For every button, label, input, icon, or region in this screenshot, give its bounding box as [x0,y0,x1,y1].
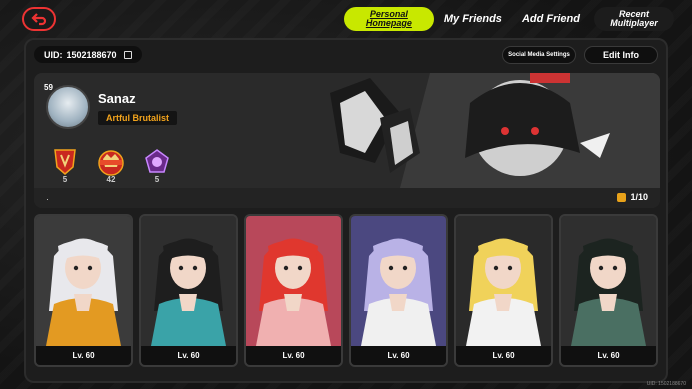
agent-card[interactable]: Lv. 60 [454,214,553,367]
agent-card[interactable]: Lv. 60 [349,214,448,367]
tab-personal-homepage[interactable]: Personal Homepage [343,7,434,31]
uid-value: 1502188670 [66,49,117,60]
back-arrow-icon [31,13,47,26]
crystal-medal-value: 5 [154,175,160,184]
panel-header: UID: 1502188670 Social Media Settings Ed… [26,40,666,70]
footer-uid: UID: 1502188670 [646,381,686,387]
agent-level: Lv. 60 [561,346,656,365]
top-tabs: Personal Homepage My Friends Add Friend … [343,7,674,31]
box-icon [617,192,627,202]
rank-medal[interactable]: 5 [48,147,82,184]
agent-level: Lv. 60 [141,346,236,365]
uid-label: UID: [44,49,63,60]
agent-level: Lv. 60 [36,346,131,365]
agent-portrait [351,216,446,346]
agent-portrait [561,216,656,346]
showcase-count: 1/10 [617,192,648,202]
profile-card: 59 Sanaz Artful Brutalist 5 42 5 · 1/10 [34,73,660,208]
tab-add-friend[interactable]: Add Friend [512,7,590,31]
agent-level: Lv. 60 [351,346,446,365]
agent-portrait [141,216,236,346]
player-level: 59 [44,83,53,92]
agent-card[interactable]: Lv. 60 [244,214,343,367]
back-button[interactable] [22,7,56,31]
profile-panel: UID: 1502188670 Social Media Settings Ed… [24,38,668,383]
copy-icon[interactable] [123,50,132,59]
agent-portrait [246,216,341,346]
uid-display: UID: 1502188670 [34,46,142,63]
agent-card[interactable]: Lv. 60 [34,214,133,367]
tab-my-friends[interactable]: My Friends [434,7,512,31]
medal-list: 5 42 5 [48,147,174,184]
crystal-medal[interactable]: 5 [140,147,174,184]
card-footer: · 1/10 [34,188,660,208]
crystal-gem-icon [145,149,169,173]
banner-illustration [280,73,660,188]
agent-level: Lv. 60 [246,346,341,365]
showcase-count-value: 1/10 [630,192,648,202]
legend-medal-value: 42 [106,175,116,184]
agent-portrait [456,216,551,346]
agent-showcase: Lv. 60 Lv. 60 Lv. 60 Lv. 60 Lv. 60 Lv. 60 [34,214,660,374]
rank-medal-value: 5 [62,175,68,184]
player-name: Sanaz [98,91,136,106]
player-title: Artful Brutalist [98,111,177,125]
agent-level: Lv. 60 [456,346,551,365]
legend-crown-icon [98,150,124,176]
agent-portrait [36,216,131,346]
rank-shield-icon [54,149,76,175]
agent-card[interactable]: Lv. 60 [139,214,238,367]
agent-card[interactable]: Lv. 60 [559,214,658,367]
tab-recent-multiplayer[interactable]: Recent Multiplayer [594,7,674,31]
profile-banner-art [280,73,660,188]
footer-dot: · [46,194,49,204]
edit-info-button[interactable]: Edit Info [584,46,658,64]
social-media-settings-button[interactable]: Social Media Settings [502,46,576,64]
legend-medal[interactable]: 42 [94,147,128,184]
